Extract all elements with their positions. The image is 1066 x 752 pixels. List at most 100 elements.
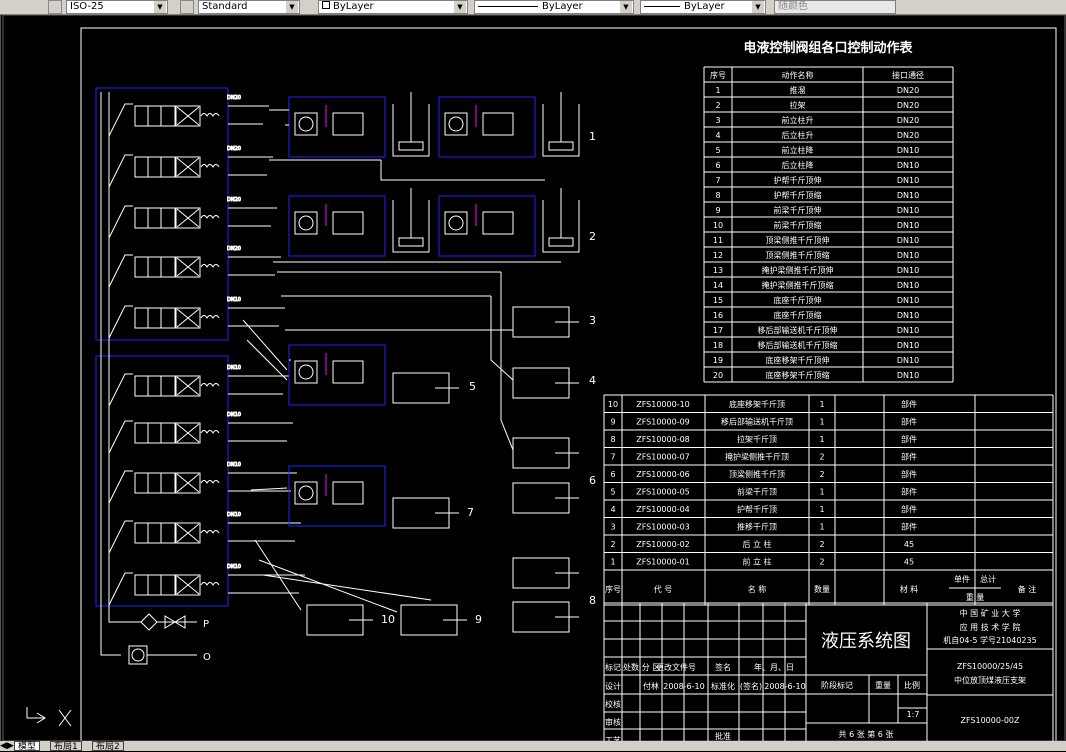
table-cell: 底座移架千斤顶 [729, 399, 785, 409]
table-cell: DN20 [897, 86, 919, 95]
layout-tabs: ◀▶ 模型 布局1 布局2 [0, 741, 1066, 752]
table-header: 序号 [605, 584, 621, 594]
table-cell: 顶梁侧推千斤顶缩 [766, 250, 830, 260]
chevron-down-icon[interactable]: ▼ [620, 1, 632, 13]
valve-body [134, 472, 176, 494]
spring-symbol [200, 264, 220, 268]
valve-body [134, 522, 176, 544]
pilot-line [108, 154, 133, 188]
table-cell: DN20 [897, 131, 919, 140]
vertical-cylinder [542, 188, 580, 253]
sheet-count: 共 6 张 第 6 张 [839, 729, 894, 739]
design-cell: 2008-6-10 [764, 682, 805, 691]
table-cell: 16 [713, 311, 723, 320]
check-ball [298, 116, 314, 132]
vertical-cylinder [542, 92, 580, 157]
check-valve-block [288, 195, 386, 257]
relief-valve [332, 360, 364, 384]
scale-value: 1:7 [907, 710, 920, 719]
table-cell: 2 [819, 453, 824, 462]
spring-symbol [200, 582, 220, 586]
scale-label: 比例 [904, 680, 920, 690]
table-cell: 前立柱升 [782, 115, 814, 125]
drawing-code: ZFS10000-00Z [960, 716, 1020, 725]
component-number: 7 [467, 506, 474, 519]
table-cell: 11 [713, 236, 723, 245]
table-cell: 部件 [901, 417, 917, 427]
check-ball [298, 485, 314, 501]
dimstyle-select[interactable]: ISO-25 ▼ [66, 0, 168, 14]
valve-block: DN20 [108, 246, 281, 288]
chevron-down-icon[interactable]: ▼ [154, 1, 166, 13]
tab-layout1[interactable]: 布局1 [50, 741, 82, 752]
table-cell: DN10 [897, 296, 919, 305]
piston [548, 141, 574, 151]
revision-header: 签名 [715, 662, 731, 672]
check-valve-block [438, 96, 536, 158]
port-label: DN10 [227, 365, 241, 371]
component-number: 10 [381, 613, 395, 626]
title-block: 液压系统图 中 国 矿 业 大 学应 用 技 术 学 院机自04-5 学号2104… [603, 602, 1054, 745]
valve-body [134, 105, 176, 127]
table-cell: 移后部输送机千斤顶伸 [758, 325, 838, 335]
table-cell: 14 [713, 281, 723, 290]
table-cell: ZFS10000-09 [636, 418, 690, 427]
dimstyle-icon[interactable] [48, 0, 62, 14]
table-cell: 5 [610, 488, 615, 497]
table-cell: 前 立 柱 [742, 557, 771, 567]
horizontal-cylinder [392, 372, 459, 404]
horizontal-cylinder [512, 601, 579, 633]
hydraulic-schematic: DN20 DN20 DN20 DN20 DN10 DN10 DN10 DN10 DN10 DN10 [95, 87, 580, 665]
table-cell: 12 [713, 251, 723, 260]
chevron-down-icon[interactable]: ▼ [286, 1, 298, 13]
valve-box [288, 344, 386, 406]
chevron-down-icon[interactable]: ▼ [752, 1, 764, 13]
table-cell: 1 [715, 86, 720, 95]
check-ball [298, 215, 314, 231]
textstyle-select[interactable]: Standard ▼ [198, 0, 300, 14]
textstyle-icon[interactable] [180, 0, 194, 14]
table-cell: DN10 [897, 371, 919, 380]
horizontal-cylinder [306, 604, 373, 636]
tab-model[interactable]: 模型 [14, 741, 41, 752]
horizontal-cylinder [512, 482, 579, 514]
table-cell: 后 立 柱 [742, 539, 771, 549]
port-label: DN20 [227, 246, 241, 252]
design-cell: 设计 [605, 681, 621, 691]
linetype-select[interactable]: ByLayer ▼ [474, 0, 634, 14]
lineweight-select[interactable]: ByLayer ▼ [640, 0, 766, 14]
table-cell: DN10 [897, 311, 919, 320]
table-cell: ZFS10000-10 [636, 400, 690, 409]
table-cell: 20 [713, 371, 723, 380]
table-cell: ZFS10000-06 [636, 470, 690, 479]
valve-block: DN10 [108, 512, 301, 554]
table-cell: ZFS10000-07 [636, 453, 690, 462]
tank-circle [131, 648, 145, 662]
table-cell: 5 [715, 146, 720, 155]
spring-symbol [200, 113, 220, 117]
color-select[interactable]: ByLayer ▼ [318, 0, 468, 14]
plotstyle-select[interactable]: 随颜色 [774, 0, 896, 14]
valve-body [134, 307, 176, 329]
chevron-down-icon[interactable]: ▼ [454, 1, 466, 13]
table-header: 数量 [814, 584, 830, 594]
pilot-line [108, 305, 133, 339]
table-cell: 后立柱升 [782, 130, 814, 140]
cad-drawing[interactable]: DN20 DN20 DN20 DN20 DN10 DN10 DN10 DN10 DN10 DN10… [1, 14, 1066, 745]
pipe [262, 574, 432, 601]
table-cell: DN10 [897, 176, 919, 185]
pilot-line [108, 373, 133, 407]
port-label: DN20 [227, 95, 241, 101]
tab-layout2[interactable]: 布局2 [92, 741, 124, 752]
design-cell: (签名) [740, 681, 762, 691]
control-table-title: 电液控制阀组各口控制动作表 [743, 40, 913, 56]
table-cell: 1 [819, 488, 824, 497]
drawing-viewport[interactable]: DN20 DN20 DN20 DN20 DN10 DN10 DN10 DN10 DN10 DN10… [0, 14, 1066, 745]
table-header: 名 称 [748, 584, 767, 594]
spring-symbol [200, 430, 220, 434]
tab-arrows-icon[interactable]: ◀▶ [0, 741, 14, 751]
table-cell: 45 [904, 540, 914, 549]
table-header: 备 注 [1018, 584, 1037, 594]
lineweight-sample [644, 5, 680, 7]
table-cell: 前梁千斤顶 [737, 487, 777, 497]
